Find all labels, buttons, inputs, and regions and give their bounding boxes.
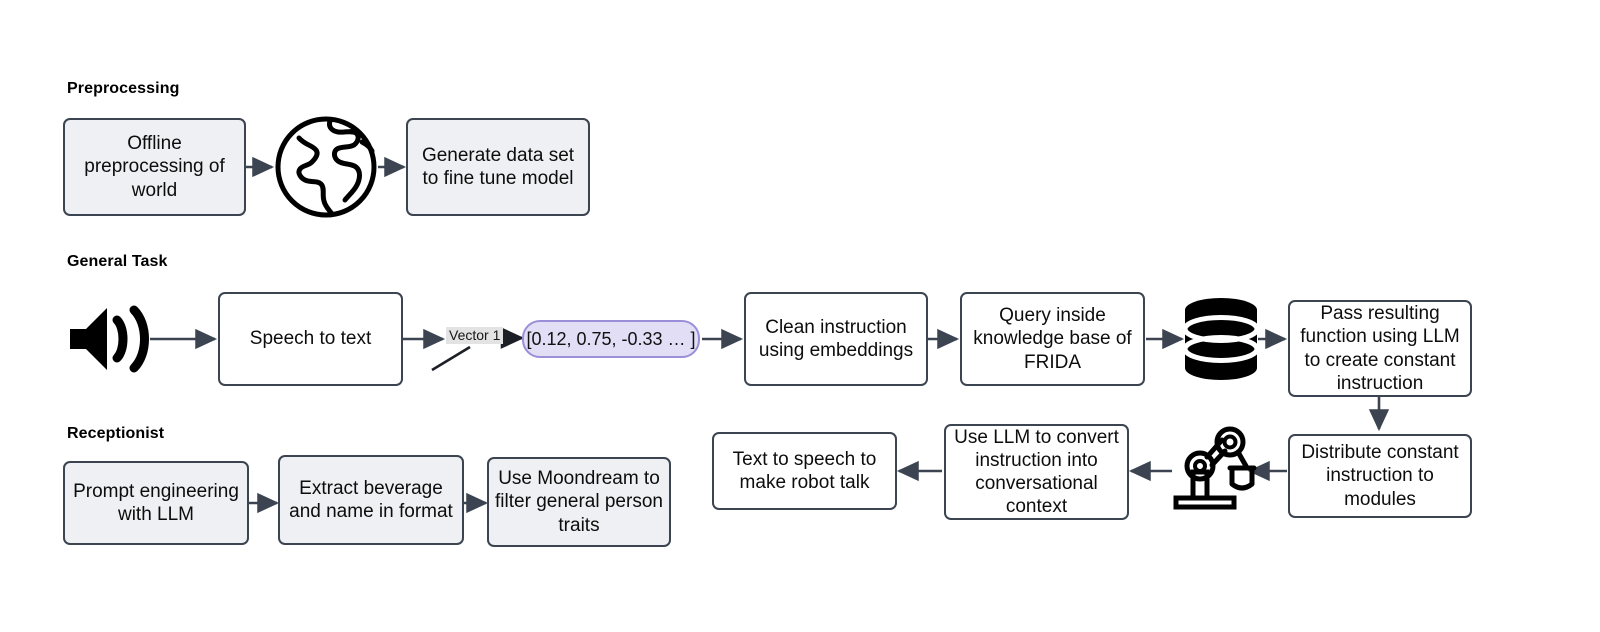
vector-leader-line (431, 345, 471, 372)
node-extract-beverage[interactable]: Extract beverage and name in format (278, 455, 464, 545)
node-generate-data-set[interactable]: Generate data set to fine tune model (406, 118, 590, 216)
node-generate-data-set-label: Generate data set to fine tune model (421, 144, 575, 189)
globe-icon (272, 112, 380, 222)
node-use-llm-convert-label: Use LLM to convert instruction into conv… (954, 426, 1119, 518)
node-extract-beverage-label: Extract beverage and name in format (289, 477, 453, 522)
node-use-moondream[interactable]: Use Moondream to filter general person t… (487, 457, 671, 547)
node-offline-preprocessing-label: Offline preprocessing of world (84, 133, 225, 201)
node-clean-instruction-label: Clean instruction using embeddings (758, 316, 914, 361)
section-heading-general-task: General Task (67, 253, 168, 270)
speaker-icon (64, 303, 154, 375)
vector-value-chip[interactable]: [0.12, 0.75, -0.33 … ] (522, 320, 700, 358)
node-speech-to-text[interactable]: Speech to text (218, 292, 403, 386)
node-pass-resulting-function-label: Pass resulting function using LLM to cre… (1300, 303, 1460, 394)
node-speech-to-text-label: Speech to text (249, 328, 372, 350)
node-use-moondream-label: Use Moondream to filter general person t… (495, 468, 663, 536)
node-text-to-speech-label: Text to speech to make robot talk (732, 448, 877, 493)
node-query-knowledge-base-label: Query inside knowledge base of FRIDA (973, 305, 1132, 373)
edge-label-vector-1: Vector 1 (446, 327, 504, 345)
node-use-llm-convert[interactable]: Use LLM to convert instruction into conv… (944, 424, 1129, 520)
node-prompt-engineering[interactable]: Prompt engineering with LLM (63, 461, 249, 545)
section-heading-preprocessing: Preprocessing (67, 80, 180, 97)
robot-arm-icon (1166, 424, 1258, 512)
section-heading-receptionist: Receptionist (67, 425, 165, 442)
node-offline-preprocessing[interactable]: Offline preprocessing of world (63, 118, 246, 216)
node-distribute-constant-instruction-label: Distribute constant instruction to modul… (1301, 442, 1459, 510)
vector-value-text: [0.12, 0.75, -0.33 … ] (526, 328, 696, 349)
node-text-to-speech[interactable]: Text to speech to make robot talk (712, 432, 897, 510)
node-pass-resulting-function[interactable]: Pass resulting function using LLM to cre… (1288, 300, 1472, 397)
node-distribute-constant-instruction[interactable]: Distribute constant instruction to modul… (1288, 434, 1472, 518)
node-query-knowledge-base[interactable]: Query inside knowledge base of FRIDA (960, 292, 1145, 386)
node-prompt-engineering-label: Prompt engineering with LLM (73, 480, 239, 525)
database-icon (1182, 298, 1260, 380)
node-clean-instruction[interactable]: Clean instruction using embeddings (744, 292, 928, 386)
